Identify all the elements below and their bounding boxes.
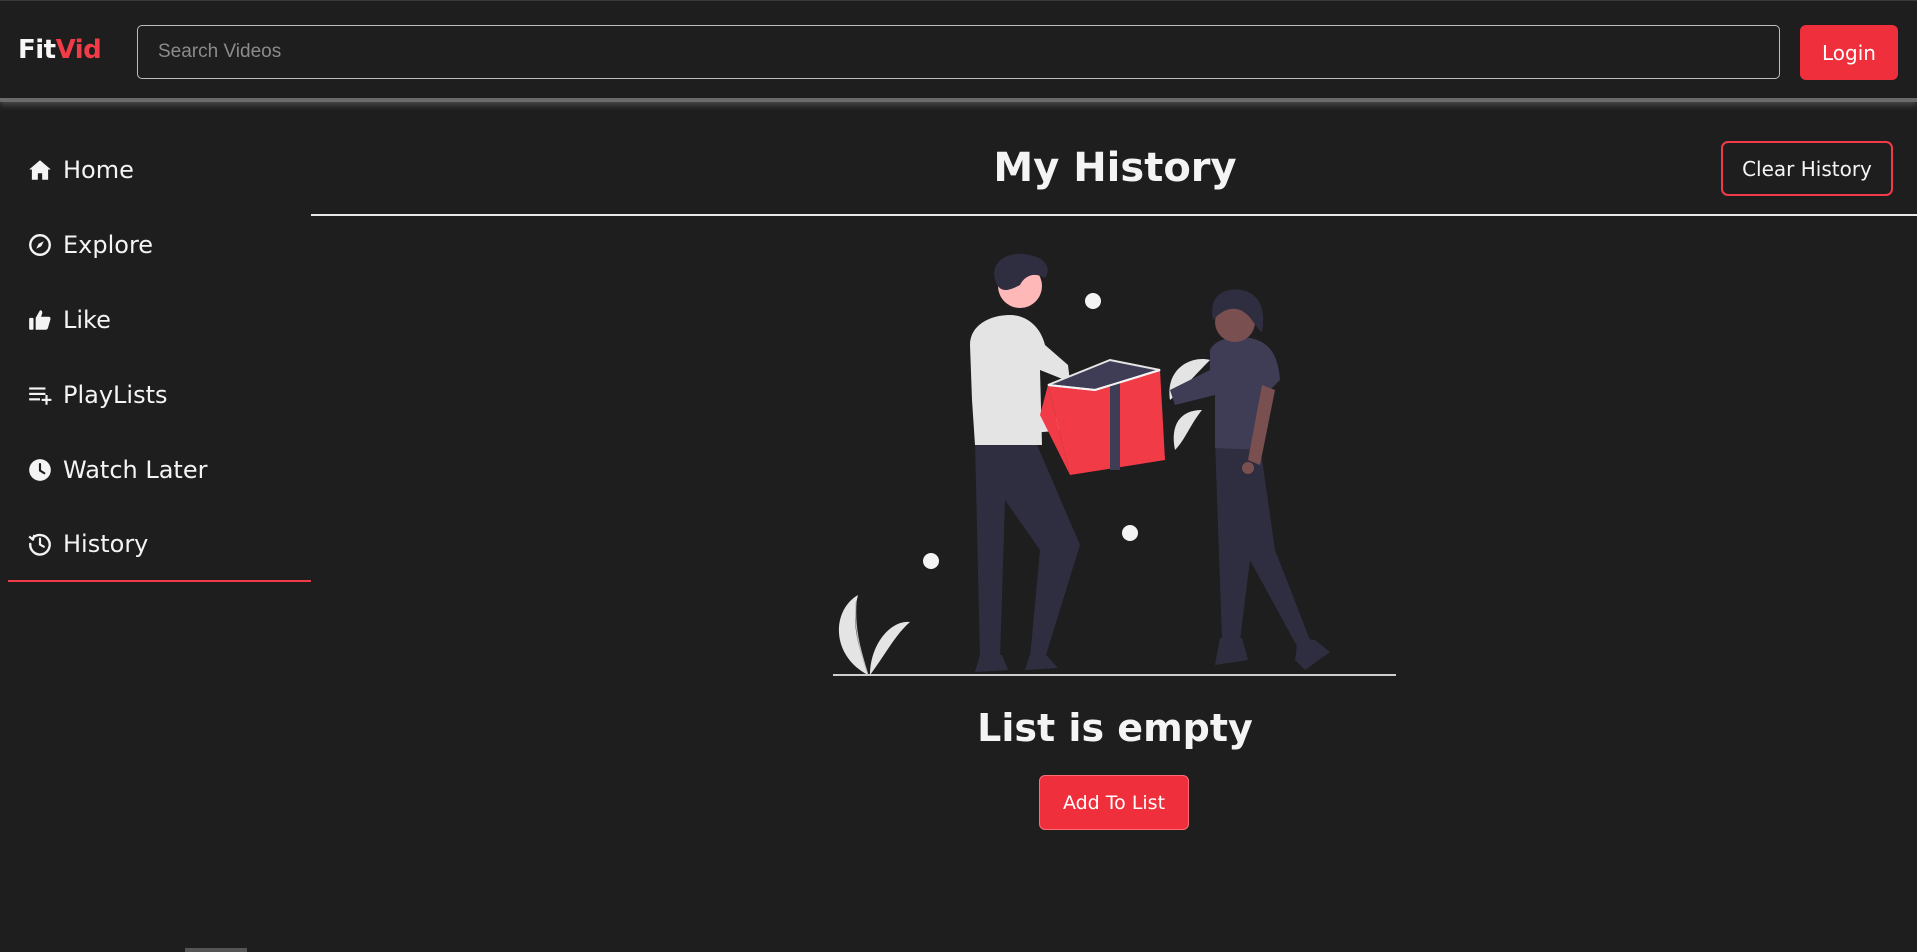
playlist-add-icon — [27, 382, 53, 408]
clock-icon — [27, 457, 53, 483]
clear-history-button[interactable]: Clear History — [1721, 141, 1893, 196]
empty-state-title: List is empty — [977, 706, 1253, 750]
compass-icon — [27, 232, 53, 258]
sidebar-item-history[interactable]: History — [8, 507, 311, 582]
sidebar-item-label: PlayLists — [63, 380, 168, 409]
thumbs-up-icon — [27, 307, 53, 333]
sidebar-item-watch-later[interactable]: Watch Later — [8, 432, 311, 507]
add-to-list-button[interactable]: Add To List — [1039, 775, 1189, 830]
logo-text-fit: Fit — [18, 35, 56, 65]
page-title: My History — [993, 145, 1237, 191]
sidebar: Home Explore Like PlayLists Watch Later … — [0, 108, 311, 952]
top-navbar: FitVid Login — [0, 0, 1917, 102]
app-logo[interactable]: FitVid — [18, 35, 102, 65]
sidebar-item-playlists[interactable]: PlayLists — [8, 357, 311, 432]
login-button[interactable]: Login — [1800, 25, 1898, 80]
scrollbar-thumb[interactable] — [185, 948, 247, 952]
sidebar-item-explore[interactable]: Explore — [8, 207, 311, 282]
sidebar-item-label: Like — [63, 305, 111, 334]
search-input[interactable] — [137, 25, 1780, 79]
title-divider — [311, 214, 1917, 216]
sidebar-item-like[interactable]: Like — [8, 282, 311, 357]
logo-text-vid: Vid — [55, 35, 102, 65]
sidebar-item-label: History — [63, 529, 149, 558]
history-icon — [27, 531, 53, 557]
sidebar-item-label: Watch Later — [63, 455, 208, 484]
sidebar-item-label: Explore — [63, 230, 154, 259]
empty-state-illustration — [833, 253, 1396, 676]
